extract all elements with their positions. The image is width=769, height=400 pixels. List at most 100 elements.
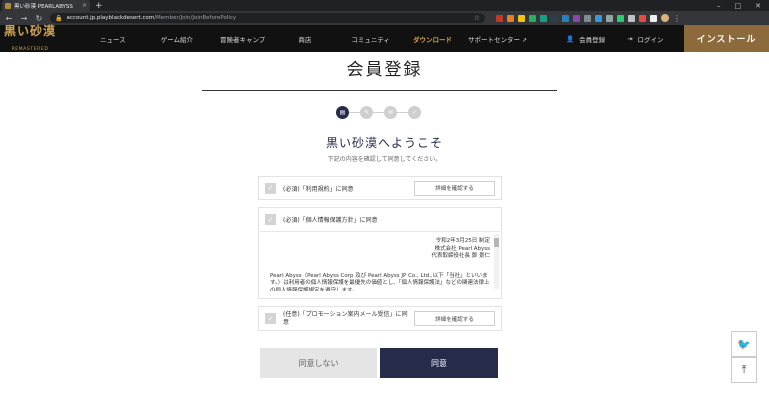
- back-icon[interactable]: ←: [5, 14, 13, 23]
- privacy-policy-text: 令和2年3月25日 制定 株式会社 Pearl Abyss 代表取締役社長 鄭 …: [270, 238, 490, 291]
- signup-link[interactable]: 👤 会員登録: [566, 34, 605, 44]
- promo-detail-button[interactable]: 詳細を確認する: [414, 311, 495, 326]
- privacy-date: 令和2年3月25日 制定: [435, 238, 490, 244]
- agree-button[interactable]: 同意: [380, 348, 498, 378]
- favicon-icon: [5, 2, 11, 9]
- extension-icon[interactable]: [584, 14, 591, 22]
- extension-icon[interactable]: [617, 14, 624, 22]
- site-header: 黒い砂漠 REMASTERED ニュース ゲーム紹介 冒険者キャンプ 商店 コミ…: [0, 25, 769, 52]
- step-mail-icon: ✉: [384, 106, 397, 119]
- promo-label-line2: 意: [283, 318, 290, 326]
- reload-icon[interactable]: ↻: [35, 14, 43, 23]
- twitter-icon: 🐦: [737, 337, 751, 351]
- title-divider: [202, 90, 557, 91]
- terms-label[interactable]: (必須)「利用規約」に同意: [283, 184, 354, 193]
- extension-icon[interactable]: [573, 14, 580, 22]
- extension-icon[interactable]: [639, 14, 646, 22]
- extension-icon[interactable]: [562, 14, 569, 22]
- lock-icon[interactable]: 🔒: [55, 15, 62, 22]
- terms-row: ✓ (必須)「利用規約」に同意 詳細を確認する: [259, 177, 501, 199]
- privacy-row: ✓ (必須)「個人情報保護方針」に同意: [259, 208, 501, 231]
- privacy-checkbox[interactable]: ✓: [265, 214, 276, 225]
- twitter-share-button[interactable]: 🐦: [731, 331, 757, 357]
- step-document-icon: ▤: [336, 106, 349, 119]
- main-content: 会員登録 ▤ ✎ ✉ ✓ 黒い砂漠へようこそ 下記の内容を確認して同意してくださ…: [0, 52, 769, 400]
- nav-community[interactable]: コミュニティ: [351, 34, 390, 44]
- nav-support-label: サポートセンター: [467, 35, 520, 44]
- nav-shop[interactable]: 商店: [298, 34, 311, 44]
- extension-icon[interactable]: [606, 14, 613, 22]
- browser-tab[interactable]: 黒い砂漠 PEARLABYSS ×: [2, 0, 90, 11]
- privacy-company: 株式会社 Pearl Abyss: [434, 245, 490, 252]
- nav-news[interactable]: ニュース: [100, 34, 126, 44]
- privacy-paragraph: Pearl Abyss（Pearl Abyss Corp 及び Pearl Ab…: [270, 272, 490, 292]
- extension-icon[interactable]: [628, 14, 635, 22]
- close-window-button[interactable]: ✕: [755, 2, 761, 10]
- browser-toolbar: ← → ↻ 🔒 account.jp.playblackdesert.com/M…: [0, 11, 769, 25]
- step-indicator: ▤ ✎ ✉ ✓: [336, 106, 421, 119]
- extension-icon[interactable]: [496, 14, 503, 22]
- welcome-heading: 黒い砂漠へようこそ: [325, 136, 443, 150]
- address-bar[interactable]: 🔒 account.jp.playblackdesert.com/Member/…: [50, 13, 485, 23]
- privacy-policy-scrollbox[interactable]: 令和2年3月25日 制定 株式会社 Pearl Abyss 代表取締役社長 鄭 …: [260, 231, 500, 291]
- privacy-label[interactable]: (必須)「個人情報保護方針」に同意: [283, 215, 378, 224]
- privacy-ceo: 代表取締役社長 鄭 景仁: [431, 253, 491, 259]
- extension-icon[interactable]: [507, 14, 514, 22]
- maximize-button[interactable]: □: [735, 2, 742, 10]
- instruction-text: 下記の内容を確認して同意してください。: [327, 156, 442, 163]
- install-button[interactable]: インストール: [684, 25, 769, 52]
- minimize-button[interactable]: –: [717, 2, 721, 10]
- step-connector: [349, 112, 360, 113]
- step-check-icon: ✓: [408, 106, 421, 119]
- window-controls: – □ ✕: [717, 2, 769, 10]
- promo-checkbox[interactable]: ✓: [265, 313, 276, 324]
- extension-icon[interactable]: [551, 14, 558, 22]
- nav-adventurer-camp[interactable]: 冒険者キャンプ: [220, 34, 265, 44]
- page-title: 会員登録: [346, 60, 423, 80]
- extension-icon[interactable]: [529, 14, 536, 22]
- signup-label: 会員登録: [579, 35, 606, 44]
- url-path: /Member/Join/JoinBeforePolicy: [154, 15, 237, 21]
- promo-row: ✓ (任意)「プロモーション案内メール受信」に同意 詳細を確認する: [259, 307, 501, 330]
- promo-label-line1: (任意)「プロモーション案内メール受信」に同: [283, 310, 408, 318]
- nav-game-intro[interactable]: ゲーム紹介: [161, 34, 193, 44]
- external-link-icon: ↗: [521, 36, 527, 44]
- disagree-button[interactable]: 同意しない: [260, 348, 377, 378]
- nav-support[interactable]: サポートセンター ↗: [468, 34, 527, 44]
- terms-detail-button[interactable]: 詳細を確認する: [414, 180, 495, 196]
- site-logo[interactable]: 黒い砂漠 REMASTERED: [0, 25, 60, 52]
- user-area: 👤 会員登録 ⇥ ログイン: [566, 25, 664, 52]
- privacy-agreement-box: ✓ (必須)「個人情報保護方針」に同意 令和2年3月25日 制定 株式会社 Pe…: [258, 207, 502, 299]
- new-tab-button[interactable]: +: [95, 1, 103, 11]
- url-text[interactable]: account.jp.playblackdesert.com/Member/Jo…: [66, 15, 236, 21]
- promo-agreement-box: ✓ (任意)「プロモーション案内メール受信」に同意 詳細を確認する: [258, 306, 502, 331]
- nav-download[interactable]: ダウンロード: [413, 34, 452, 44]
- user-icon: 👤: [566, 34, 575, 43]
- bookmark-star-icon[interactable]: ☆: [474, 14, 480, 22]
- scrollbar-thumb[interactable]: [494, 238, 499, 247]
- login-link[interactable]: ⇥ ログイン: [627, 34, 663, 44]
- step-pencil-icon: ✎: [360, 106, 373, 119]
- login-label: ログイン: [637, 35, 664, 44]
- terms-agreement-box: ✓ (必須)「利用規約」に同意 詳細を確認する: [258, 176, 502, 200]
- extension-icon[interactable]: [518, 14, 525, 22]
- scroll-top-button[interactable]: ⤒: [731, 357, 757, 383]
- browser-tabbar: 黒い砂漠 PEARLABYSS × + – □ ✕: [0, 0, 769, 11]
- extensions-area: ⋮: [496, 14, 681, 23]
- profile-avatar[interactable]: [661, 14, 669, 22]
- arrow-up-icon: ⤒: [741, 363, 747, 376]
- global-nav: ニュース ゲーム紹介 冒険者キャンプ 商店 コミュニティ ダウンロード サポート…: [100, 34, 527, 44]
- step-connector: [397, 112, 408, 113]
- extension-icon[interactable]: [595, 14, 602, 22]
- terms-checkbox[interactable]: ✓: [265, 182, 276, 194]
- tab-title: 黒い砂漠 PEARLABYSS: [14, 3, 73, 10]
- forward-icon[interactable]: →: [20, 14, 28, 23]
- promo-label[interactable]: (任意)「プロモーション案内メール受信」に同意: [283, 311, 408, 327]
- tab-close-icon[interactable]: ×: [82, 2, 87, 9]
- extensions-puzzle-icon[interactable]: [650, 14, 657, 22]
- browser-menu-icon[interactable]: ⋮: [673, 14, 681, 23]
- logo-main: 黒い砂漠: [3, 24, 56, 38]
- url-host: account.jp.playblackdesert.com: [66, 15, 155, 21]
- extension-icon[interactable]: [540, 14, 547, 22]
- login-icon: ⇥: [627, 34, 633, 43]
